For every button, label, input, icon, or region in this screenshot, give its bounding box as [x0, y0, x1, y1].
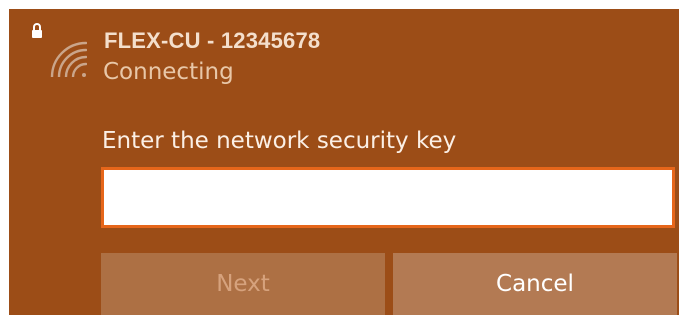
cancel-button[interactable]: Cancel	[393, 253, 677, 315]
security-key-input[interactable]	[101, 167, 675, 228]
wifi-connect-panel: FLEX-CU - 12345678 Connecting Enter the …	[9, 9, 679, 315]
next-button[interactable]: Next	[101, 253, 385, 315]
wifi-secured-icon	[32, 23, 87, 77]
cancel-button-label: Cancel	[496, 271, 574, 297]
next-button-label: Next	[216, 271, 270, 297]
network-name: FLEX-CU - 12345678	[104, 28, 321, 53]
security-key-label: Enter the network security key	[102, 128, 457, 154]
connection-status: Connecting	[103, 59, 234, 85]
